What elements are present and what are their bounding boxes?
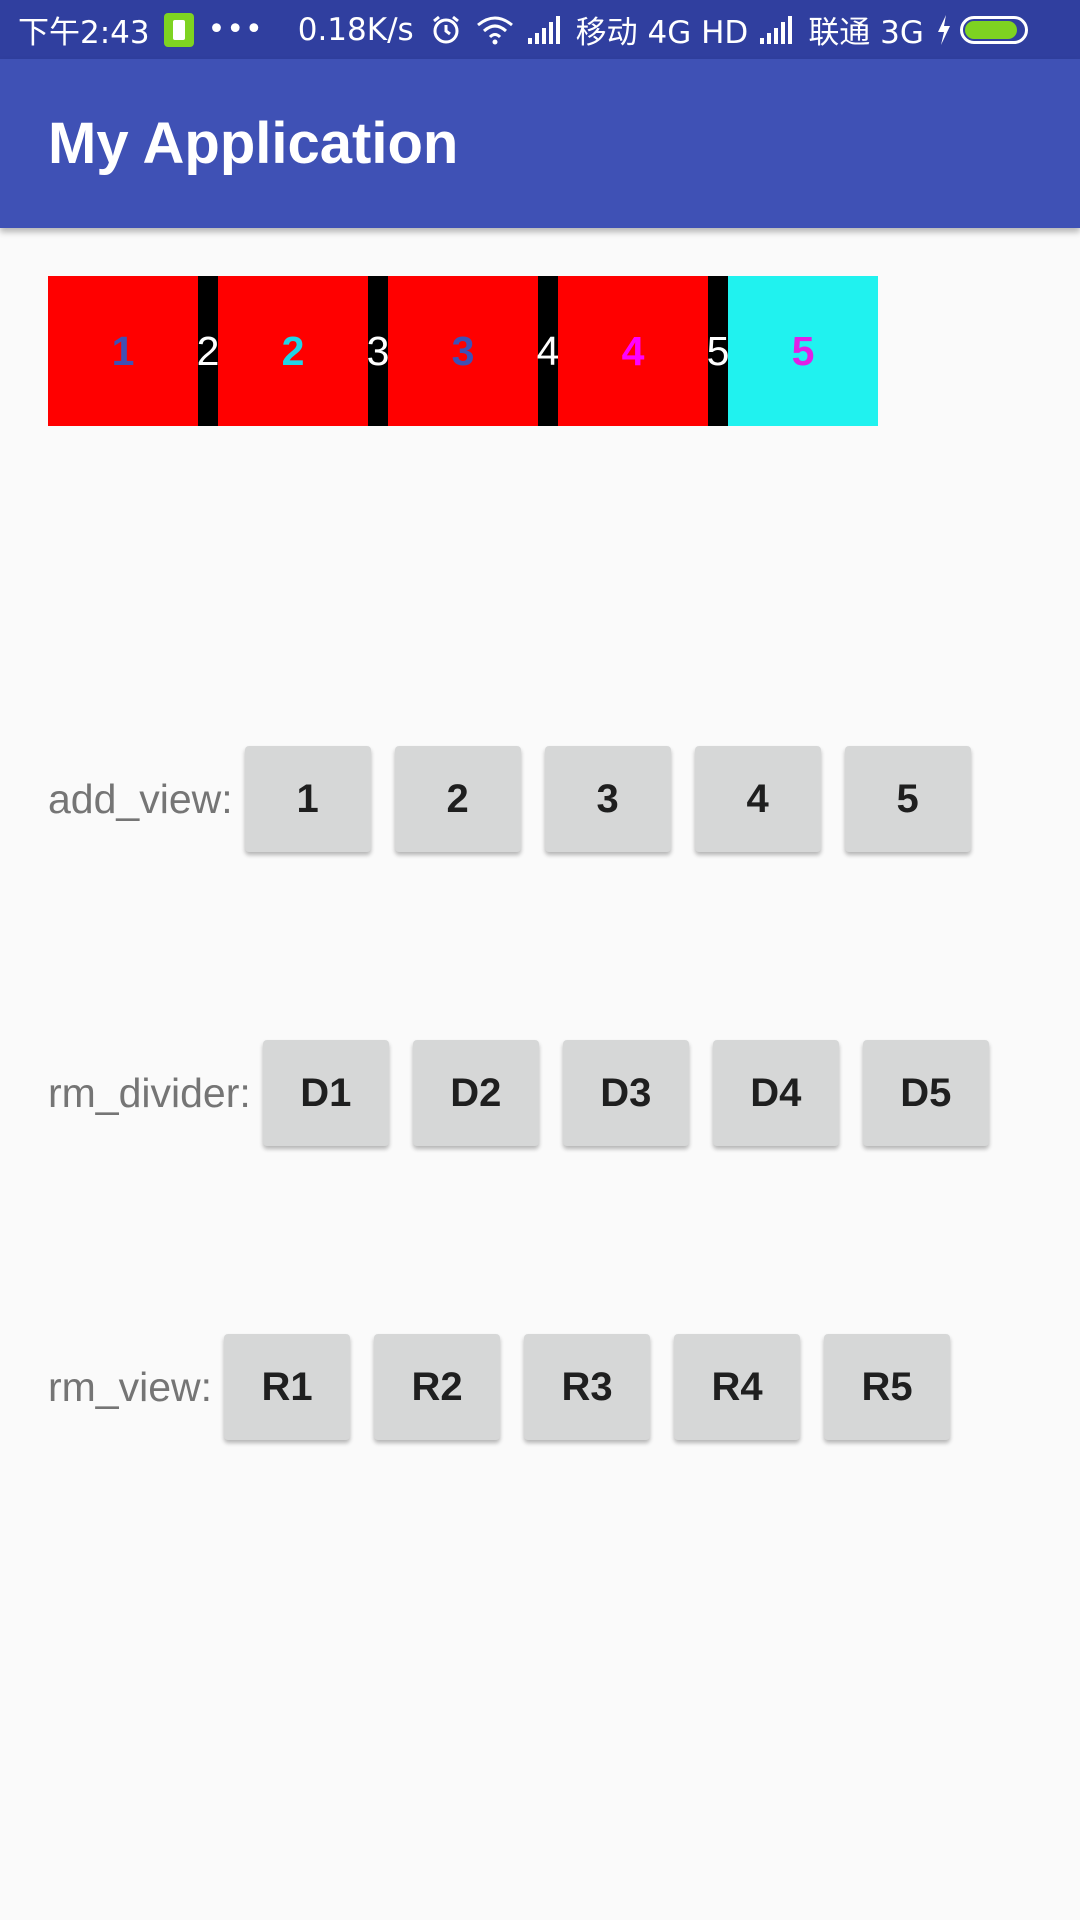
- rm-divider-row: rm_divider: D1 D2 D3 D4 D5: [48, 1039, 1013, 1147]
- sim-badge-icon: [163, 12, 194, 47]
- rm-divider-button-4[interactable]: D4: [712, 1040, 839, 1146]
- rm-view-button-1[interactable]: R1: [224, 1334, 351, 1440]
- status-bar: 下午2:43 ••• 0.18K/s 移动 4G HD 联通 3G: [0, 0, 1080, 59]
- tab-divider: 5: [707, 276, 729, 426]
- rm-divider-button-3[interactable]: D3: [562, 1040, 689, 1146]
- add-view-row: add_view: 12345: [48, 745, 995, 853]
- rm-divider-label: rm_divider:: [48, 1069, 251, 1116]
- tab-2[interactable]: 2: [218, 276, 368, 426]
- alarm-icon: [430, 14, 462, 46]
- battery-icon: [959, 15, 1028, 44]
- rm-divider-button-1[interactable]: D1: [262, 1040, 389, 1146]
- add-view-button-5[interactable]: 5: [844, 746, 971, 852]
- rm-view-row: rm_view: R1 R2 R3 R4 R5: [48, 1333, 974, 1441]
- signal-icon: [527, 15, 562, 44]
- rm-view-button-4[interactable]: R4: [674, 1334, 801, 1440]
- wifi-icon: [476, 15, 514, 45]
- network-speed: 0.18K/s: [297, 11, 414, 48]
- tab-divider: 4: [537, 276, 559, 426]
- carrier-1: 移动 4G HD: [575, 15, 749, 51]
- app-bar: My Application: [0, 59, 1080, 228]
- tab-3[interactable]: 3: [388, 276, 538, 426]
- tab-4[interactable]: 4: [558, 276, 708, 426]
- app-title: My Application: [48, 111, 459, 176]
- rm-view-button-5[interactable]: R5: [824, 1334, 951, 1440]
- add-view-button-1[interactable]: 1: [244, 746, 371, 852]
- carrier-2: 联通 3G: [808, 15, 924, 51]
- add-view-button-3[interactable]: 3: [544, 746, 671, 852]
- more-icon: •••: [207, 12, 264, 47]
- tab-1[interactable]: 1: [48, 276, 198, 426]
- add-view-button-4[interactable]: 4: [694, 746, 821, 852]
- tab-divider: 3: [367, 276, 389, 426]
- status-time: 下午2:43: [18, 15, 150, 51]
- tab-5[interactable]: 5: [728, 276, 878, 426]
- add-view-button-2[interactable]: 2: [394, 746, 521, 852]
- rm-divider-button-2[interactable]: D2: [412, 1040, 539, 1146]
- signal-icon: [760, 15, 794, 44]
- tab-strip: 122334455: [48, 276, 878, 426]
- tab-divider: 2: [197, 276, 219, 426]
- rm-divider-button-5[interactable]: D5: [862, 1040, 989, 1146]
- rm-view-button-3[interactable]: R3: [524, 1334, 651, 1440]
- rm-view-label: rm_view:: [48, 1363, 213, 1410]
- add-view-label: add_view:: [48, 775, 233, 822]
- charging-icon: [936, 14, 952, 45]
- rm-view-button-2[interactable]: R2: [374, 1334, 501, 1440]
